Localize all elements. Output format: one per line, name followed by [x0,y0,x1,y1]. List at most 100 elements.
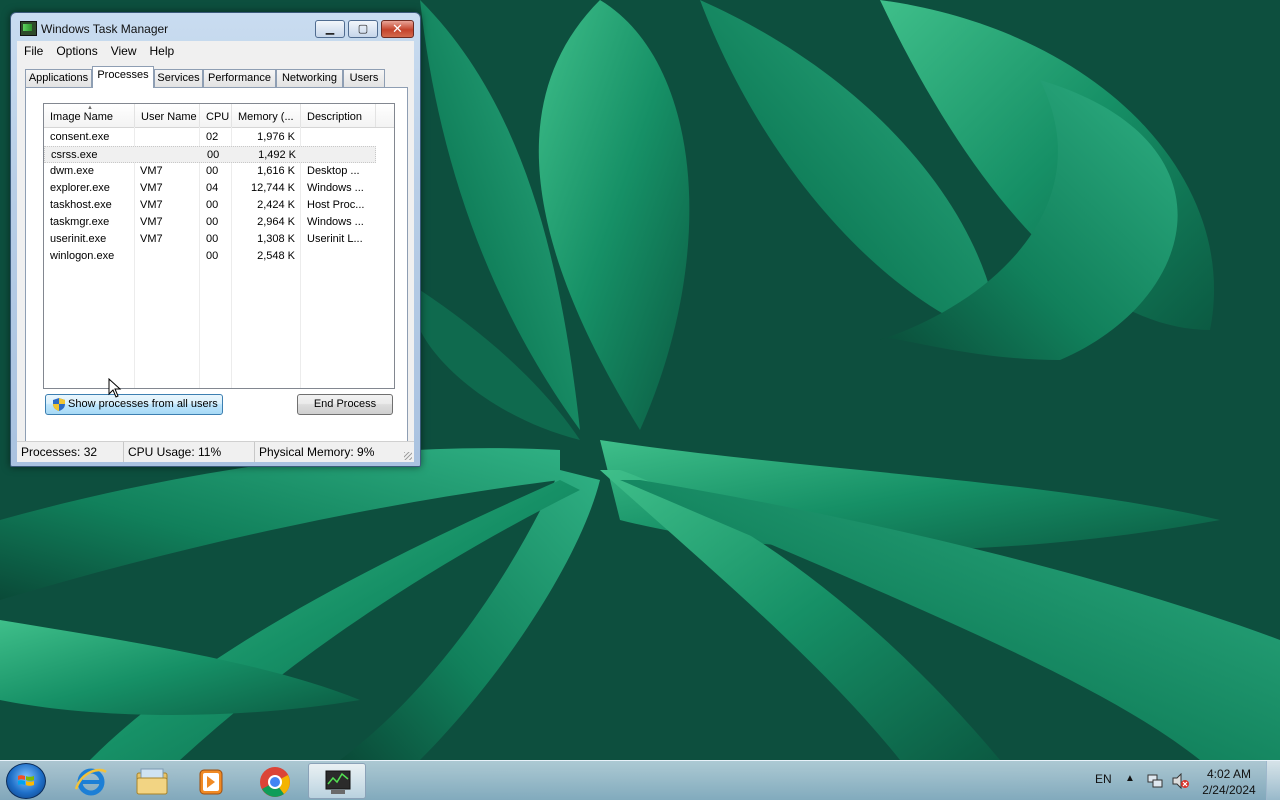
taskbar-chrome[interactable] [246,763,304,799]
status-cpu-usage: CPU Usage: 11% [124,442,255,462]
cell-image-name: dwm.exe [50,165,95,177]
cell-cpu: 00 [206,216,219,228]
volume-muted-icon[interactable] [1172,773,1190,789]
cell-cpu: 02 [206,131,219,143]
network-icon[interactable] [1147,773,1163,789]
column-cpu[interactable]: CPU [200,104,232,127]
title-bar[interactable]: Windows Task Manager ▁ ▢ ✕ [11,13,420,43]
tab-applications[interactable]: Applications [25,69,92,87]
cell-memory: 2,548 K [257,250,295,262]
sort-ascending-icon: ▲ [87,105,93,111]
column-image-name[interactable]: ▲ Image Name [44,104,135,127]
process-row[interactable]: taskmgr.exe VM7 00 2,964 K Windows ... [44,214,376,231]
taskbar-internet-explorer[interactable] [62,763,120,799]
column-description[interactable]: Description [301,104,376,127]
cell-cpu: 00 [207,149,220,161]
close-button[interactable]: ✕ [381,20,414,38]
cell-user-name: VM7 [140,233,163,245]
uac-shield-icon [53,398,65,411]
internet-explorer-icon [74,768,107,796]
window-client-area: Applications Processes Services Performa… [17,61,414,461]
tab-networking[interactable]: Networking [276,69,343,87]
tab-performance[interactable]: Performance [203,69,276,87]
cell-user-name: VM7 [140,199,163,211]
windows-logo-icon [18,775,34,786]
cell-memory: 1,492 K [258,149,296,161]
cell-description: Desktop ... [307,165,360,177]
cell-cpu: 00 [206,233,219,245]
process-row[interactable]: consent.exe 02 1,976 K [44,129,376,146]
system-clock[interactable]: 4:02 AM 2/24/2024 [1196,766,1262,798]
process-row[interactable]: taskhost.exe VM7 00 2,424 K Host Proc... [44,197,376,214]
list-header: ▲ Image Name User Name CPU Memory (... D… [44,104,394,128]
clock-time: 4:02 AM [1206,767,1252,781]
cell-memory: 1,308 K [257,233,295,245]
tab-services[interactable]: Services [154,69,203,87]
taskbar: EN ▲ 4:02 AM 2/24/2024 [0,760,1280,800]
menu-file[interactable]: File [17,41,49,59]
show-hidden-icons-icon[interactable]: ▲ [1125,773,1135,784]
process-row[interactable]: dwm.exe VM7 00 1,616 K Desktop ... [44,163,376,180]
minimize-button[interactable]: ▁ [315,20,345,38]
start-button[interactable] [6,763,46,799]
cell-description: Windows ... [307,182,364,194]
task-manager-window[interactable]: Windows Task Manager ▁ ▢ ✕ File Options Vi… [10,12,421,467]
cell-memory: 1,616 K [257,165,295,177]
tab-users[interactable]: Users [343,69,385,87]
chrome-icon [260,767,290,797]
cell-user-name: VM7 [140,165,163,177]
clock-date: 2/24/2024 [1202,783,1256,797]
cell-image-name: explorer.exe [50,182,110,194]
cell-cpu: 00 [206,199,219,211]
menu-options[interactable]: Options [49,41,103,59]
column-memory[interactable]: Memory (... [232,104,301,127]
menu-help[interactable]: Help [143,41,181,59]
process-row[interactable]: userinit.exe VM7 00 1,308 K Userinit L... [44,231,376,248]
cell-description: Windows ... [307,216,364,228]
taskbar-media-player[interactable] [182,763,240,799]
process-list[interactable]: ▲ Image Name User Name CPU Memory (... D… [43,103,395,389]
cell-image-name: winlogon.exe [50,250,115,262]
processes-panel: ▲ Image Name User Name CPU Memory (... D… [25,87,408,445]
cell-image-name: consent.exe [50,131,110,143]
resize-grip[interactable] [404,452,412,460]
cell-memory: 2,424 K [257,199,295,211]
process-row[interactable]: winlogon.exe 00 2,548 K [44,248,376,265]
cell-memory: 1,976 K [257,131,295,143]
process-row[interactable]: csrss.exe 00 1,492 K [44,146,376,163]
cell-image-name: userinit.exe [50,233,107,245]
menu-view[interactable]: View [104,41,143,59]
cell-cpu: 04 [206,182,219,194]
cell-image-name: csrss.exe [51,149,98,161]
cell-memory: 12,744 K [250,182,295,194]
task-manager-icon [325,770,351,794]
cell-description: Userinit L... [307,233,363,245]
cell-image-name: taskmgr.exe [50,216,110,228]
maximize-button[interactable]: ▢ [348,20,378,38]
end-process-button[interactable]: End Process [297,394,393,415]
language-indicator[interactable]: EN [1095,772,1112,786]
window-title: Windows Task Manager [41,22,169,36]
status-physical-memory: Physical Memory: 9% [259,445,375,459]
show-desktop-button[interactable] [1266,761,1280,800]
cell-user-name: VM7 [140,182,163,194]
status-processes: Processes: 32 [17,442,124,462]
taskbar-file-explorer[interactable] [122,763,180,799]
taskbar-task-manager[interactable] [308,763,366,799]
cell-cpu: 00 [206,250,219,262]
task-manager-icon [20,21,37,36]
media-player-icon [199,769,223,795]
column-user-name[interactable]: User Name [135,104,200,127]
show-all-processes-button[interactable]: Show processes from all users [45,394,223,415]
tab-processes[interactable]: Processes [92,66,154,88]
process-row[interactable]: explorer.exe VM7 04 12,744 K Windows ... [44,180,376,197]
status-bar: Processes: 32 CPU Usage: 11% Physical Me… [17,441,414,462]
cell-description: Host Proc... [307,199,365,211]
cell-user-name: VM7 [140,216,163,228]
file-explorer-icon [136,768,168,795]
cell-image-name: taskhost.exe [50,199,112,211]
show-all-processes-label: Show processes from all users [68,398,218,410]
menu-bar: File Options View Help [17,41,414,61]
column-image-name-label: Image Name [50,111,113,123]
cell-cpu: 00 [206,165,219,177]
